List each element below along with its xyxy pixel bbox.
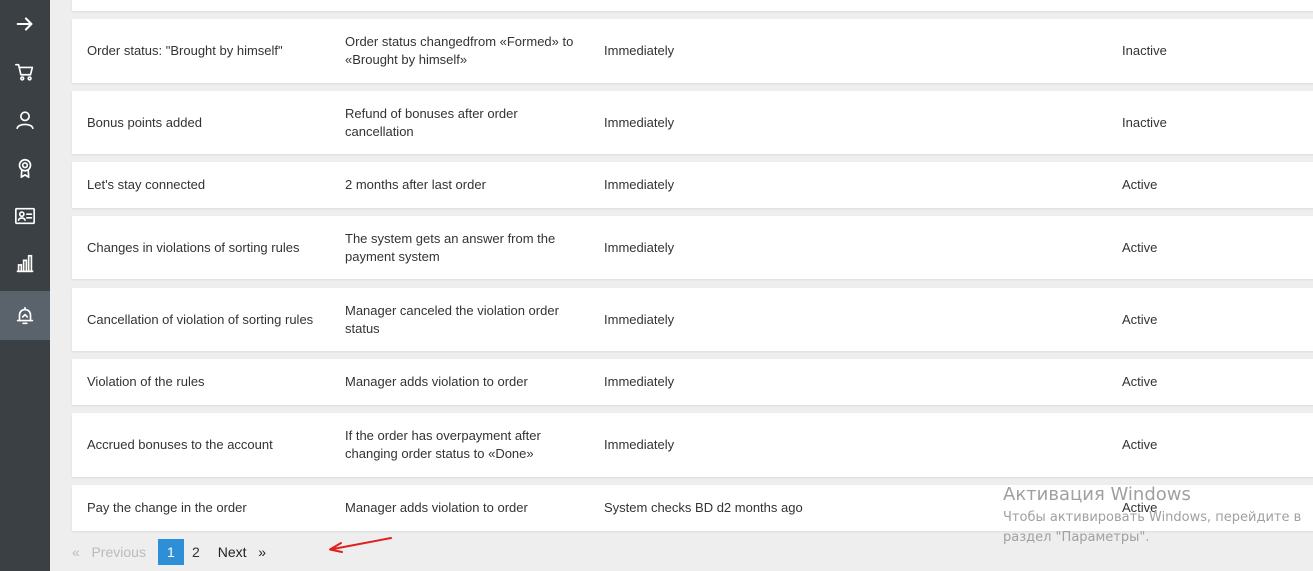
rule-status: Inactive xyxy=(1122,114,1167,130)
table-row[interactable]: Let's stay connected 2 months after last… xyxy=(72,162,1313,208)
rule-timing: Immediately xyxy=(604,177,675,192)
page-2-button[interactable]: 2 xyxy=(186,539,206,565)
next-label: Next xyxy=(217,544,247,560)
rule-timing: Immediately xyxy=(604,114,675,130)
next-page-button[interactable]: Next » xyxy=(212,539,272,565)
rule-trigger: Manager canceled the violation order sta… xyxy=(345,302,559,336)
rule-status: Inactive xyxy=(1122,43,1167,58)
table-row[interactable]: Bonus points added Refund of bonuses aft… xyxy=(72,91,1313,154)
rule-name: Changes in violations of sorting rules xyxy=(87,239,300,255)
rule-trigger: Refund of bonuses after order cancellati… xyxy=(345,105,518,139)
table-row[interactable]: Changes in violations of sorting rules T… xyxy=(72,216,1313,279)
arrow-right-icon xyxy=(16,17,33,31)
rule-timing: Immediately xyxy=(604,311,675,327)
rule-trigger: Manager adds violation to order xyxy=(345,374,528,389)
table-row[interactable]: Cancellation of violation of sorting rul… xyxy=(72,288,1313,351)
rule-trigger: 2 months after last order xyxy=(345,177,486,192)
rule-name: Let's stay connected xyxy=(87,177,206,192)
nav-loyalty[interactable] xyxy=(0,144,50,192)
rule-status: Active xyxy=(1122,311,1158,327)
watermark-line-1: Чтобы активировать Windows, перейдите в xyxy=(1003,510,1302,525)
rule-trigger: The system gets an answer from the payme… xyxy=(345,230,556,264)
nav-customers[interactable] xyxy=(0,96,50,144)
table-row[interactable]: Accrued bonuses to the account If the or… xyxy=(72,413,1313,477)
sidebar xyxy=(0,0,50,571)
rule-trigger: If the order has overpayment after chang… xyxy=(345,428,541,461)
rule-name: Cancellation of violation of sorting rul… xyxy=(87,311,314,327)
previous-page-button[interactable]: « Previous xyxy=(66,539,152,565)
prev-label: Previous xyxy=(91,544,146,560)
rule-status: Active xyxy=(1122,239,1158,255)
cart-icon xyxy=(15,63,34,81)
rule-name: Order status: "Brought by himself" xyxy=(87,43,283,58)
rule-name: Violation of the rules xyxy=(87,374,205,389)
nav-notifications[interactable] xyxy=(0,291,50,340)
rule-name: Bonus points added xyxy=(87,114,202,130)
user-icon xyxy=(16,111,34,130)
table-row[interactable]: Violation of the rules Manager adds viol… xyxy=(72,359,1313,405)
windows-activation-watermark: Активация Windows Чтобы активировать Win… xyxy=(1003,484,1301,548)
rule-name: Pay the change in the order xyxy=(87,500,247,515)
bell-icon xyxy=(16,306,34,324)
rule-name: Accrued bonuses to the account xyxy=(87,437,273,452)
rule-trigger: Manager adds violation to order xyxy=(345,500,528,515)
prev-arrow: « xyxy=(72,544,80,560)
rule-timing: Immediately xyxy=(604,374,675,389)
nav-contacts[interactable] xyxy=(0,192,50,240)
bar-chart-icon xyxy=(16,254,34,273)
rule-timing: Immediately xyxy=(604,437,675,452)
watermark-line-2: раздел "Параметры". xyxy=(1003,530,1150,545)
table-row[interactable] xyxy=(72,0,1313,11)
rule-status: Active xyxy=(1122,374,1158,389)
watermark-title: Активация Windows xyxy=(1003,484,1191,505)
rule-status: Active xyxy=(1122,437,1158,452)
contact-card-icon xyxy=(15,207,35,225)
nav-orders[interactable] xyxy=(0,48,50,96)
next-arrow: » xyxy=(258,544,266,560)
page-1-button[interactable]: 1 xyxy=(157,539,184,565)
table-row[interactable]: Order status: "Brought by himself" Order… xyxy=(72,19,1313,83)
nav-reports[interactable] xyxy=(0,240,50,288)
rule-timing: Immediately xyxy=(604,43,675,58)
rule-timing: Immediately xyxy=(604,239,675,255)
rule-trigger: Order status changedfrom «Formed» to «Br… xyxy=(345,34,574,67)
rule-status: Active xyxy=(1122,177,1158,192)
award-icon xyxy=(18,158,32,178)
pagination: « Previous 1 2 Next » xyxy=(66,539,272,565)
nav-expand[interactable] xyxy=(0,0,50,48)
annotation-arrow-icon xyxy=(329,537,392,553)
